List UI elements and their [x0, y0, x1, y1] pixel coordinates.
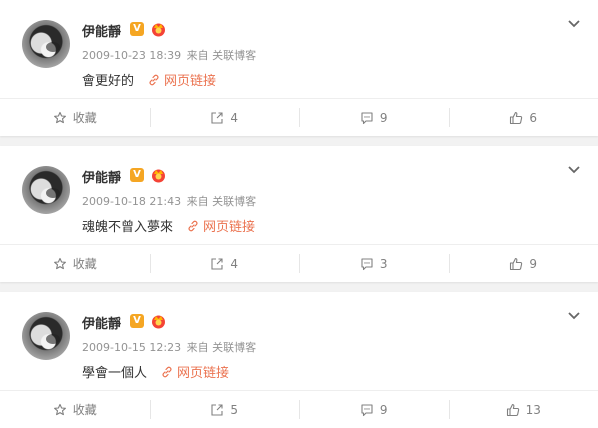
post-text: 魂魄不曾入夢來 [82, 220, 174, 235]
web-link-label: 网页链接 [203, 220, 256, 235]
post-source: 来自 关联博客 [186, 49, 257, 62]
verified-badge: V [130, 314, 144, 328]
like-button[interactable]: 6 [448, 99, 598, 136]
post-meta: 2009-10-18 21:43 来自 关联博客 [82, 193, 258, 209]
thumbs-up-icon [506, 403, 519, 416]
web-link-label: 网页链接 [177, 366, 230, 381]
weibo-feed: 伊能靜 V 2009-10-23 18:39 来自 关联博客 會更好的 网页链接 [0, 0, 598, 428]
verified-badge: V [130, 168, 144, 182]
comment-count: 9 [379, 110, 388, 125]
vip-crown-icon[interactable] [150, 313, 167, 329]
favorite-label: 收藏 [72, 403, 97, 417]
post-date[interactable]: 2009-10-23 18:39 [82, 49, 181, 62]
web-link[interactable]: 网页链接 [161, 362, 229, 381]
link-icon [162, 366, 172, 377]
post-date[interactable]: 2009-10-18 21:43 [82, 195, 181, 208]
like-count: 6 [529, 110, 538, 125]
thumbs-up-icon [510, 111, 523, 124]
favorite-button[interactable]: 收藏 [0, 245, 150, 282]
post-card: 伊能靜 V 2009-10-15 12:23 来自 关联博客 學會一個人 网页链… [0, 292, 598, 428]
link-icon [188, 220, 198, 231]
post-content: 魂魄不曾入夢來 网页链接 [82, 216, 255, 235]
share-icon [211, 111, 223, 124]
verified-badge: V [130, 22, 144, 36]
share-icon [211, 403, 223, 416]
comment-button[interactable]: 9 [299, 99, 449, 136]
post-content: 學會一個人 网页链接 [82, 362, 229, 381]
avatar[interactable] [22, 166, 70, 214]
repost-count: 4 [230, 256, 239, 271]
star-icon [53, 111, 66, 123]
like-button[interactable]: 9 [448, 245, 598, 282]
avatar[interactable] [22, 312, 70, 360]
repost-button[interactable]: 4 [149, 245, 300, 282]
action-bar: 收藏 4 3 9 [0, 245, 598, 282]
chevron-down-icon[interactable] [566, 310, 582, 322]
repost-count: 4 [230, 110, 239, 125]
comment-icon [361, 257, 373, 270]
author-name[interactable]: 伊能靜 [82, 167, 121, 186]
author-name[interactable]: 伊能靜 [82, 313, 121, 332]
avatar[interactable] [22, 20, 70, 68]
share-icon [211, 257, 223, 270]
star-icon [53, 257, 66, 269]
comment-button[interactable]: 9 [299, 391, 449, 428]
vip-crown-icon[interactable] [150, 21, 167, 37]
post-meta: 2009-10-15 12:23 来自 关联博客 [82, 339, 258, 355]
post-text: 會更好的 [82, 74, 135, 89]
web-link-label: 网页链接 [164, 74, 217, 89]
author-name[interactable]: 伊能靜 [82, 21, 121, 40]
post-date[interactable]: 2009-10-15 12:23 [82, 341, 181, 354]
like-count: 13 [525, 402, 541, 417]
like-button[interactable]: 13 [448, 391, 598, 428]
repost-count: 5 [230, 402, 239, 417]
chevron-down-icon[interactable] [566, 18, 582, 30]
action-bar: 收藏 5 9 13 [0, 391, 598, 428]
comment-icon [361, 111, 373, 124]
like-count: 9 [529, 256, 538, 271]
post-card: 伊能靜 V 2009-10-23 18:39 来自 关联博客 會更好的 网页链接 [0, 0, 598, 136]
star-icon [53, 403, 66, 415]
favorite-button[interactable]: 收藏 [0, 99, 150, 136]
post-card: 伊能靜 V 2009-10-18 21:43 来自 关联博客 魂魄不曾入夢來 网… [0, 146, 598, 282]
vip-crown-icon[interactable] [150, 167, 167, 183]
repost-button[interactable]: 4 [149, 99, 300, 136]
post-source: 来自 关联博客 [186, 341, 257, 354]
repost-button[interactable]: 5 [149, 391, 300, 428]
favorite-label: 收藏 [72, 111, 97, 125]
post-meta: 2009-10-23 18:39 来自 关联博客 [82, 47, 258, 63]
thumbs-up-icon [510, 257, 523, 270]
comment-count: 3 [379, 256, 388, 271]
favorite-label: 收藏 [72, 257, 97, 271]
post-text: 學會一個人 [82, 366, 148, 381]
favorite-button[interactable]: 收藏 [0, 391, 150, 428]
web-link[interactable]: 网页链接 [187, 216, 255, 235]
comment-count: 9 [379, 402, 388, 417]
comment-icon [361, 403, 373, 416]
post-content: 會更好的 网页链接 [82, 70, 216, 89]
action-bar: 收藏 4 9 6 [0, 99, 598, 136]
link-icon [149, 74, 159, 85]
post-source: 来自 关联博客 [186, 195, 257, 208]
chevron-down-icon[interactable] [566, 164, 582, 176]
web-link[interactable]: 网页链接 [148, 70, 216, 89]
comment-button[interactable]: 3 [299, 245, 449, 282]
